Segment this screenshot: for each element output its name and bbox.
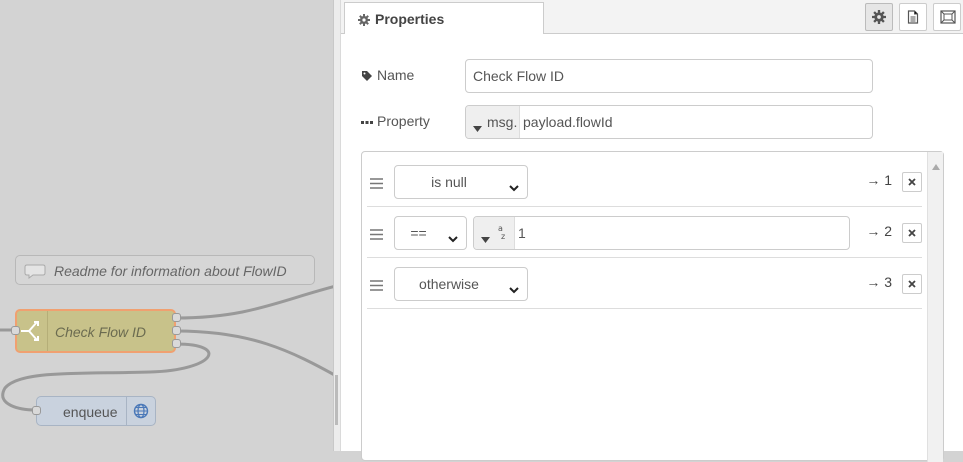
rule-output-port: → 1 xyxy=(866,172,892,188)
close-icon xyxy=(908,229,916,237)
tab-properties[interactable]: Properties xyxy=(344,2,544,34)
rule-value-text[interactable]: 1 xyxy=(518,225,526,241)
rule-operator-select[interactable]: is null xyxy=(394,165,528,199)
svg-text:z: z xyxy=(501,232,505,241)
panel-tabbar: Properties xyxy=(341,0,963,34)
rule-delete-button[interactable] xyxy=(902,274,922,294)
rule-output-port: → 2 xyxy=(866,223,892,239)
panel-resize-divider[interactable] xyxy=(333,0,341,451)
globe-icon xyxy=(126,397,155,425)
chevron-down-icon xyxy=(509,179,519,195)
rule-delete-button[interactable] xyxy=(902,223,922,243)
property-value[interactable]: payload.flowId xyxy=(523,114,613,130)
close-icon xyxy=(908,280,916,288)
switch-output-port-3[interactable] xyxy=(172,339,181,348)
chevron-down-icon xyxy=(509,281,519,297)
ellipsis-icon xyxy=(361,115,373,131)
string-type-icon: az xyxy=(496,223,508,244)
appearance-button[interactable] xyxy=(933,3,961,31)
frame-icon xyxy=(940,10,956,24)
file-icon xyxy=(907,10,919,24)
rule-operator-select[interactable]: otherwise xyxy=(394,267,528,301)
rule-row: is null → 1 xyxy=(367,157,922,207)
resize-grip[interactable] xyxy=(335,375,338,425)
enqueue-input-port[interactable] xyxy=(32,406,41,415)
flow-canvas[interactable]: Readme for information about FlowID Chec… xyxy=(0,0,340,451)
drag-handle-icon[interactable] xyxy=(370,176,383,192)
chevron-down-icon xyxy=(448,230,458,246)
drag-handle-icon[interactable] xyxy=(370,278,383,294)
flow-wires xyxy=(0,283,340,412)
property-type-selector[interactable]: msg. xyxy=(466,106,520,138)
gear-icon xyxy=(358,13,370,29)
name-label-text: Name xyxy=(377,67,415,83)
rule-row: otherwise → 3 xyxy=(367,259,922,309)
drag-handle-icon[interactable] xyxy=(370,227,383,243)
rule-operator-value: == xyxy=(410,225,427,241)
switch-node-label: Check Flow ID xyxy=(55,324,147,340)
rule-operator-value: otherwise xyxy=(419,276,479,292)
gear-icon xyxy=(872,10,886,24)
switch-node[interactable]: Check Flow ID xyxy=(15,309,176,353)
rule-delete-button[interactable] xyxy=(902,172,922,192)
caret-down-icon xyxy=(473,119,482,135)
comment-node-label: Readme for information about FlowID xyxy=(54,263,287,279)
switch-icon xyxy=(17,311,48,351)
caret-down-icon xyxy=(481,230,490,246)
settings-button[interactable] xyxy=(865,3,893,31)
rules-scrollbar[interactable] xyxy=(927,152,943,462)
name-input[interactable]: Check Flow ID xyxy=(465,59,873,93)
speech-bubble-icon xyxy=(24,263,46,282)
property-label: Property xyxy=(361,113,430,129)
description-button[interactable] xyxy=(899,3,927,31)
property-typed-input[interactable]: msg. payload.flowId xyxy=(465,105,873,139)
switch-input-port[interactable] xyxy=(11,326,20,335)
rule-operator-value: is null xyxy=(431,174,467,190)
property-type-prefix: msg. xyxy=(487,114,518,130)
switch-output-port-1[interactable] xyxy=(172,313,181,322)
properties-panel: Properties Name Check Flow ID Property m… xyxy=(341,0,963,462)
tab-properties-label: Properties xyxy=(375,11,445,27)
switch-output-port-2[interactable] xyxy=(172,326,181,335)
rule-value-type-selector[interactable]: az xyxy=(474,217,515,249)
name-label: Name xyxy=(361,67,414,83)
enqueue-node-label: enqueue xyxy=(63,404,118,420)
enqueue-node[interactable]: enqueue xyxy=(36,396,156,426)
rules-list[interactable]: is null → 1 == az 1 → 2 otherwise → 3 xyxy=(361,151,944,462)
close-icon xyxy=(908,178,916,186)
comment-node[interactable]: Readme for information about FlowID xyxy=(15,255,315,285)
scroll-up-icon[interactable] xyxy=(932,157,940,173)
property-label-text: Property xyxy=(377,113,430,129)
rule-output-port: → 3 xyxy=(866,274,892,290)
rule-row: == az 1 → 2 xyxy=(367,208,922,258)
rule-operator-select[interactable]: == xyxy=(394,216,467,250)
tag-icon xyxy=(361,69,373,85)
rule-value-input[interactable]: az 1 xyxy=(473,216,850,250)
